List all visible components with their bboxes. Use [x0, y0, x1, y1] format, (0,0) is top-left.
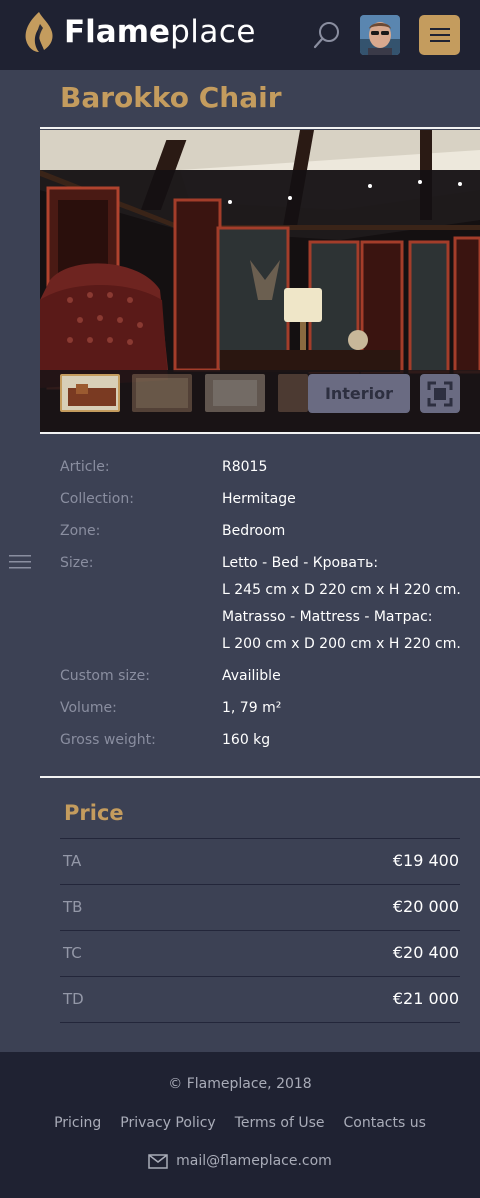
thumb-image — [132, 374, 192, 412]
footer-link-privacy-policy[interactable]: Privacy Policy — [120, 1115, 215, 1131]
footer-link-pricing[interactable]: Pricing — [54, 1115, 101, 1131]
price-amount: €20 000 — [392, 897, 459, 916]
divider — [40, 432, 480, 434]
logo-text-bold: Flame — [64, 14, 171, 50]
page-title: Barokko Chair — [60, 81, 282, 114]
gallery-thumb[interactable] — [60, 374, 120, 412]
site-logo[interactable]: Flameplace — [22, 10, 256, 54]
spec-label: Size: — [60, 555, 94, 571]
fullscreen-button[interactable] — [420, 374, 460, 413]
spec-value: 160 kg — [222, 732, 271, 748]
spec-value: L 245 cm x D 220 cm x H 220 cm. — [222, 582, 461, 598]
side-rail — [0, 70, 40, 1052]
copyright: © Flameplace, 2018 — [168, 1076, 312, 1092]
divider — [40, 127, 480, 129]
gallery-thumb[interactable] — [132, 374, 192, 412]
price-amount: €19 400 — [392, 851, 459, 870]
thumb-image — [205, 374, 265, 412]
hamburger-icon — [429, 28, 450, 42]
price-row: TD €21 000 — [60, 976, 460, 1023]
price-row: TA €19 400 — [60, 838, 460, 884]
price-amount: €20 400 — [392, 943, 459, 962]
category-button[interactable]: Interior — [308, 374, 410, 413]
header: Flameplace — [0, 0, 480, 70]
product-gallery[interactable]: Interior — [40, 130, 480, 432]
footer-email: mail@flameplace.com — [176, 1153, 332, 1169]
price-table: TA €19 400 TB €20 000 TC €20 400 TD €21 … — [60, 838, 460, 1023]
spec-value: L 200 cm x D 200 cm x H 220 cm. — [222, 636, 461, 652]
footer: © Flameplace, 2018 Pricing Privacy Polic… — [0, 1052, 480, 1198]
footer-link-contacts[interactable]: Contacts us — [344, 1115, 426, 1131]
footer-email-link[interactable]: mail@flameplace.com — [0, 1153, 480, 1169]
spec-value: Hermitage — [222, 491, 296, 507]
spec-value: R8015 — [222, 459, 268, 475]
spec-label: Gross weight: — [60, 732, 156, 748]
price-tier: TA — [63, 852, 82, 870]
spec-label: Article: — [60, 459, 110, 475]
divider — [40, 776, 480, 778]
price-row: TC €20 400 — [60, 930, 460, 976]
spec-label: Custom size: — [60, 668, 150, 684]
mail-icon — [148, 1153, 168, 1169]
search-icon — [313, 22, 339, 49]
rail-toggle-button[interactable] — [9, 554, 31, 570]
footer-links: Pricing Privacy Policy Terms of Use Cont… — [0, 1115, 480, 1131]
gallery-thumb[interactable] — [278, 374, 308, 412]
price-tier: TC — [63, 944, 82, 962]
product-panel: Barokko Chair Interior Article: R8015 Co… — [40, 70, 480, 1052]
spec-label: Collection: — [60, 491, 134, 507]
price-tier: TB — [63, 898, 83, 916]
avatar-photo — [360, 15, 400, 55]
spec-value: 1, 79 m² — [222, 700, 282, 716]
price-row: TB €20 000 — [60, 884, 460, 930]
user-avatar[interactable] — [360, 15, 400, 55]
price-title: Price — [64, 801, 124, 825]
search-button[interactable] — [312, 20, 342, 50]
logo-text-light: place — [170, 14, 256, 50]
spec-label: Volume: — [60, 700, 117, 716]
thumb-image — [62, 376, 118, 410]
fullscreen-icon — [427, 381, 453, 406]
spec-value: Matrasso - Mattress - Матрас: — [222, 609, 433, 625]
menu-button[interactable] — [419, 15, 460, 55]
price-tier: TD — [63, 990, 84, 1008]
spec-value: Availible — [222, 668, 281, 684]
spec-value: Letto - Bed - Кровать: — [222, 555, 379, 571]
price-amount: €21 000 — [392, 989, 459, 1008]
thumb-image — [278, 374, 308, 412]
footer-link-terms-of-use[interactable]: Terms of Use — [235, 1115, 325, 1131]
gallery-thumb[interactable] — [205, 374, 265, 412]
list-icon — [9, 555, 31, 569]
logo-text: Flameplace — [64, 10, 256, 54]
spec-label: Zone: — [60, 523, 101, 539]
flame-icon — [25, 12, 53, 52]
spec-value: Bedroom — [222, 523, 286, 539]
